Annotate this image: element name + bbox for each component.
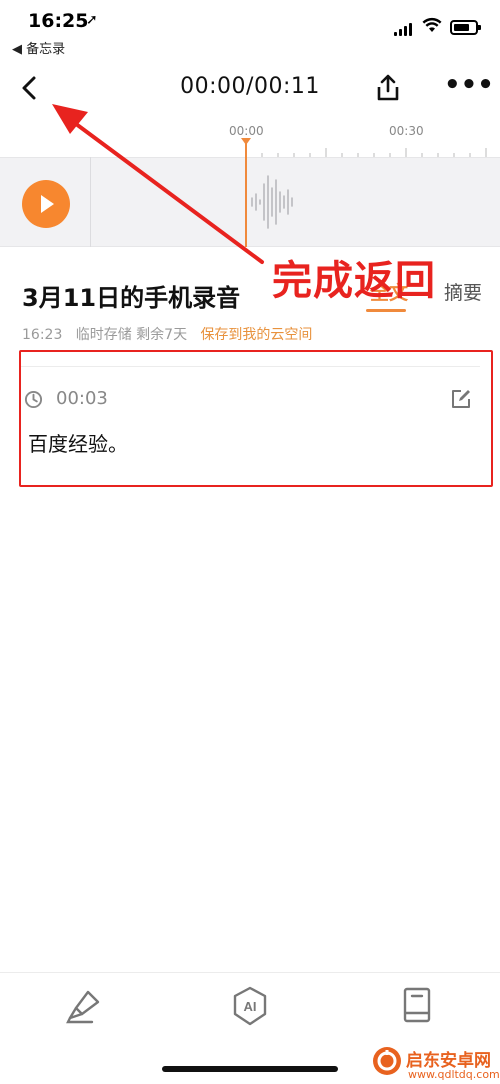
- waveform: [251, 175, 293, 229]
- meta-time: 16:23: [22, 327, 63, 343]
- ai-icon: AI: [233, 986, 267, 1026]
- share-icon: [377, 74, 399, 101]
- home-indicator[interactable]: [162, 1066, 338, 1072]
- save-to-cloud-link[interactable]: 保存到我的云空间: [200, 327, 312, 343]
- annotation-box: [19, 350, 493, 487]
- recording-title: 3月11日的手机录音: [22, 284, 241, 312]
- toolbar-divider: [0, 972, 500, 973]
- back-to-app-link[interactable]: ◀ 备忘录: [12, 38, 65, 57]
- share-button[interactable]: [372, 72, 404, 104]
- status-time: 16:25: [28, 10, 89, 32]
- annotation-label: 完成返回: [272, 258, 436, 304]
- panel-divider: [90, 157, 91, 247]
- meta-status: 临时存储 剩余7天: [75, 327, 188, 343]
- more-button[interactable]: •••: [444, 72, 494, 102]
- ai-button[interactable]: AI: [228, 984, 272, 1028]
- ai-label: AI: [244, 999, 257, 1014]
- notebook-icon: [403, 987, 431, 1023]
- highlighter-icon: [66, 990, 100, 1024]
- tab-active-indicator: [366, 309, 406, 312]
- tick-label-30: 00:30: [389, 124, 424, 138]
- playback-time: 00:00/00:11: [180, 74, 320, 99]
- chevron-left-icon: [22, 76, 36, 100]
- tick-label-start: 00:00: [229, 124, 264, 138]
- recording-meta: 16:23 临时存储 剩余7天 保存到我的云空间: [22, 324, 312, 344]
- battery-icon: [450, 20, 481, 35]
- back-button[interactable]: [14, 72, 46, 104]
- playhead-line[interactable]: [245, 140, 247, 247]
- wifi-icon: [422, 17, 442, 38]
- tab-summary[interactable]: 摘要: [444, 278, 482, 305]
- play-button[interactable]: [22, 180, 70, 228]
- location-icon: ➚: [86, 12, 98, 28]
- notebook-button[interactable]: [395, 984, 439, 1028]
- highlighter-button[interactable]: [62, 984, 106, 1028]
- watermark-url: www.qdltdq.com: [408, 1068, 500, 1081]
- watermark-logo-icon: [373, 1047, 401, 1075]
- signal-icon: [394, 22, 414, 36]
